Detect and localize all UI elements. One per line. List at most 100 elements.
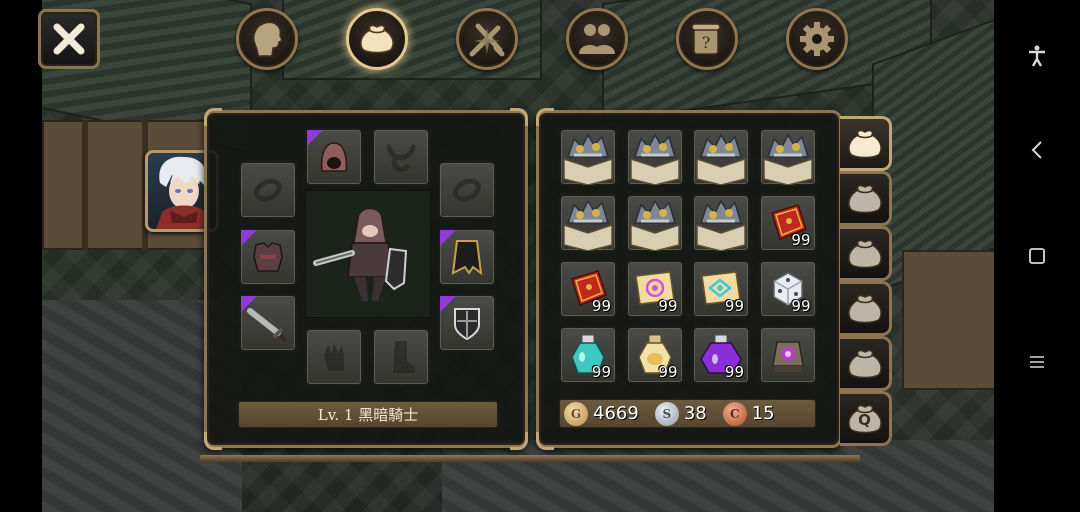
equip-slot-cloak[interactable] [438, 228, 496, 286]
close-button[interactable] [38, 9, 100, 69]
inventory-slot[interactable]: 99 [625, 260, 684, 318]
tab-character[interactable] [236, 8, 298, 70]
silver-amount: 38 [683, 403, 707, 424]
silver-coin-icon: S [654, 401, 679, 426]
tab-settings[interactable] [786, 8, 848, 70]
inventory-slot[interactable]: 99 [692, 326, 750, 384]
back-icon[interactable] [994, 130, 1080, 170]
dark-armor-icon [253, 242, 283, 272]
gear-crate-icon [760, 129, 816, 185]
item-quantity: 99 [591, 363, 611, 381]
equip-slot-shield[interactable] [438, 294, 496, 352]
inventory-slot[interactable] [692, 194, 750, 252]
gear-crate-icon [627, 129, 683, 185]
item-quantity: 99 [791, 231, 811, 249]
item-quantity: 99 [658, 363, 678, 381]
item-quantity: 99 [791, 297, 811, 315]
bag-icon [846, 127, 884, 161]
ring-outline-icon [453, 178, 481, 202]
bag-icon [846, 292, 884, 326]
character-preview [305, 190, 431, 318]
equip-slot-armor[interactable] [239, 228, 297, 286]
gold-coin-icon: G [564, 401, 588, 426]
gear-crate-icon [627, 195, 683, 251]
gear-crate-icon [560, 129, 616, 185]
ring-outline-icon [254, 178, 282, 202]
panel-corner-ornament [204, 432, 222, 450]
cobblestone-street [442, 440, 994, 512]
panel-corner-ornament [510, 108, 528, 126]
inventory-slot[interactable] [559, 194, 617, 252]
gear-icon [800, 22, 834, 56]
bag-icon [846, 347, 884, 381]
accessibility-icon[interactable] [994, 36, 1080, 76]
character-level-label: Lv. 1 黑暗騎士 [238, 401, 498, 428]
item-quantity: 99 [658, 297, 678, 315]
boot-outline-icon [393, 341, 415, 373]
menu-icon[interactable] [994, 342, 1080, 382]
panel-corner-ornament [536, 432, 554, 450]
tab-quests[interactable]: ? [676, 8, 738, 70]
tab-party[interactable] [566, 8, 628, 70]
panel-corner-ornament [536, 108, 554, 126]
inventory-slot[interactable]: 99 [559, 260, 617, 318]
equip-slot-ring-left[interactable] [239, 161, 297, 219]
inventory-slot[interactable]: 99 [625, 326, 684, 384]
gear-crate-icon [560, 195, 616, 251]
inventory-slot[interactable] [625, 194, 684, 252]
item-quantity: 99 [724, 297, 744, 315]
bag-icon [360, 24, 394, 54]
tab-skills[interactable] [456, 8, 518, 70]
bag-tab-label: Q [858, 410, 871, 429]
bag-tab-5[interactable] [840, 336, 892, 391]
equip-slot-helmet[interactable] [305, 128, 363, 186]
gold-amount: 4669 [593, 403, 639, 424]
item-quantity: 99 [591, 297, 611, 315]
inventory-slot[interactable]: 99 [758, 194, 817, 252]
inventory-slot[interactable] [758, 128, 817, 186]
crossed-swords-icon [469, 23, 505, 57]
equip-slot-necklace[interactable] [372, 128, 430, 186]
necklace-outline-icon [386, 144, 416, 172]
bag-icon [846, 182, 884, 216]
equip-slot-gloves[interactable] [305, 328, 363, 386]
copper-amount: 15 [751, 403, 775, 424]
head-silhouette-icon [253, 21, 283, 57]
bag-tab-2[interactable] [840, 171, 892, 226]
inventory-slot[interactable]: 99 [559, 326, 617, 384]
inventory-slot[interactable]: 99 [758, 260, 817, 318]
bag-icon [846, 237, 884, 271]
bag-tab-1[interactable] [840, 116, 892, 171]
copper-coin-icon: C [722, 401, 747, 426]
quest-bag-icon: Q [846, 402, 884, 436]
equip-slot-ring-right[interactable] [438, 161, 496, 219]
item-quantity: 99 [724, 363, 744, 381]
glove-outline-icon [324, 343, 344, 371]
scroll-icon: ? [691, 23, 721, 55]
black-cloak-icon [451, 240, 483, 276]
currency-bar: G 4669 S 38 C 15 [559, 399, 816, 428]
inventory-slot[interactable] [559, 128, 617, 186]
gear-crate-icon [693, 195, 749, 251]
timber-beam [82, 120, 88, 250]
equip-slot-boots[interactable] [372, 328, 430, 386]
tab-inventory[interactable] [346, 8, 408, 70]
bag-tab-4[interactable] [840, 281, 892, 336]
bottom-divider [200, 455, 860, 462]
gear-crate-icon [693, 129, 749, 185]
bag-tab-6[interactable]: Q [840, 391, 892, 446]
home-icon[interactable] [994, 236, 1080, 276]
inventory-slot[interactable] [758, 326, 817, 384]
purple-orb-lantern-icon [765, 332, 811, 378]
greatsword-icon [247, 308, 288, 343]
panel-corner-ornament [204, 108, 222, 126]
inventory-slot[interactable] [692, 128, 750, 186]
equip-slot-weapon[interactable] [239, 294, 297, 352]
people-icon [579, 24, 615, 54]
system-navigation-bar [994, 0, 1080, 512]
inventory-slot[interactable] [625, 128, 684, 186]
inventory-slot[interactable]: 99 [692, 260, 750, 318]
dark-knight-sprite [313, 207, 408, 301]
bag-tab-3[interactable] [840, 226, 892, 281]
close-x-icon [53, 23, 85, 55]
